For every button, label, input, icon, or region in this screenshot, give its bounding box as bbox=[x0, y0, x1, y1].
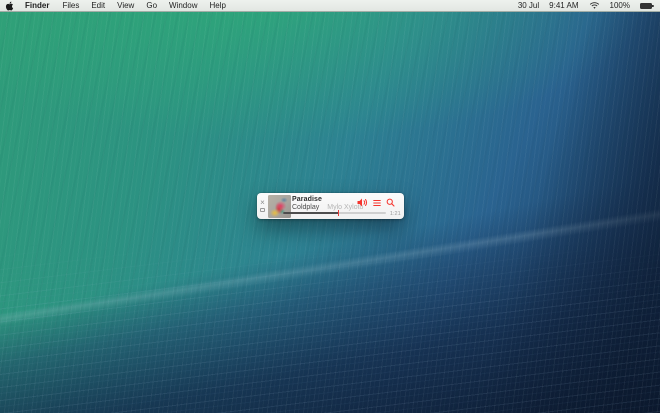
track-title: Paradise bbox=[292, 196, 322, 203]
menu-item-edit[interactable]: Edit bbox=[85, 0, 111, 11]
menu-item-finder[interactable]: Finder bbox=[18, 0, 56, 11]
track-subtitle: Coldplay Mylo Xyloto bbox=[292, 204, 363, 211]
expand-player-icon[interactable] bbox=[260, 208, 265, 212]
progress-played bbox=[283, 212, 339, 214]
playhead[interactable] bbox=[338, 210, 340, 216]
itunes-miniplayer-window[interactable]: × Paradise Coldplay Mylo Xyloto 1:21 bbox=[257, 193, 404, 219]
wifi-menu[interactable] bbox=[584, 0, 605, 11]
player-actions bbox=[357, 198, 395, 207]
apple-menu[interactable] bbox=[0, 0, 18, 11]
menubar-clock[interactable]: 9:41 AM bbox=[544, 0, 583, 11]
menu-item-go[interactable]: Go bbox=[140, 0, 163, 11]
battery-percent[interactable]: 100% bbox=[605, 0, 635, 11]
menubar-date[interactable]: 30 Jul bbox=[513, 0, 544, 11]
menu-item-view[interactable]: View bbox=[111, 0, 140, 11]
progress-bar[interactable] bbox=[283, 212, 386, 214]
miniplayer-window-controls: × bbox=[257, 193, 268, 219]
album-art[interactable] bbox=[268, 195, 291, 218]
wifi-icon bbox=[589, 2, 600, 10]
apple-logo-icon bbox=[5, 1, 14, 11]
menu-bar-status: 30 Jul 9:41 AM 100% bbox=[513, 0, 660, 11]
battery-icon bbox=[640, 3, 652, 9]
track-artist: Coldplay bbox=[292, 204, 319, 211]
menu-bar-left: Finder Files Edit View Go Window Help bbox=[0, 0, 232, 11]
volume-icon[interactable] bbox=[357, 198, 368, 207]
menu-item-files[interactable]: Files bbox=[56, 0, 85, 11]
close-icon[interactable]: × bbox=[260, 200, 265, 206]
menu-item-help[interactable]: Help bbox=[203, 0, 231, 11]
water-ripple-texture bbox=[0, 243, 660, 413]
time-remaining[interactable]: 1:21 bbox=[390, 211, 401, 217]
up-next-icon[interactable] bbox=[373, 199, 381, 207]
battery-menu[interactable] bbox=[635, 0, 660, 11]
menu-item-window[interactable]: Window bbox=[163, 0, 203, 11]
search-icon[interactable] bbox=[386, 198, 395, 207]
menu-bar: Finder Files Edit View Go Window Help 30… bbox=[0, 0, 660, 12]
